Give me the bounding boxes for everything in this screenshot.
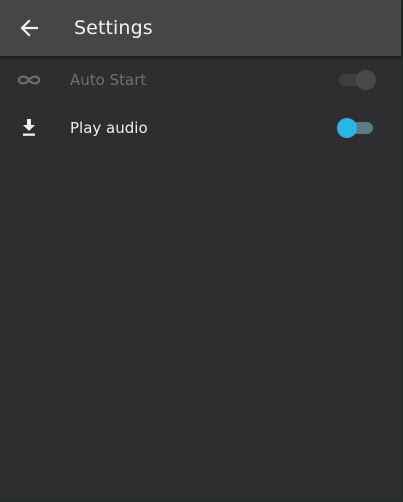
setting-row-play-audio[interactable]: Play audio bbox=[0, 104, 401, 152]
download-icon bbox=[16, 116, 42, 140]
toggle-thumb bbox=[337, 118, 357, 138]
back-button[interactable] bbox=[14, 12, 46, 44]
auto-start-toggle[interactable] bbox=[337, 70, 377, 90]
arrow-back-icon bbox=[20, 19, 38, 37]
setting-label: Auto Start bbox=[70, 71, 147, 89]
infinity-icon bbox=[16, 68, 42, 92]
settings-window: Settings Auto Start Play audio bbox=[0, 0, 403, 502]
setting-label: Play audio bbox=[70, 119, 148, 137]
play-audio-toggle[interactable] bbox=[337, 118, 377, 138]
page-title: Settings bbox=[74, 17, 153, 39]
toggle-thumb bbox=[356, 70, 376, 90]
setting-row-auto-start: Auto Start bbox=[0, 56, 401, 104]
settings-list: Auto Start Play audio bbox=[0, 56, 401, 152]
app-bar: Settings bbox=[0, 0, 401, 56]
